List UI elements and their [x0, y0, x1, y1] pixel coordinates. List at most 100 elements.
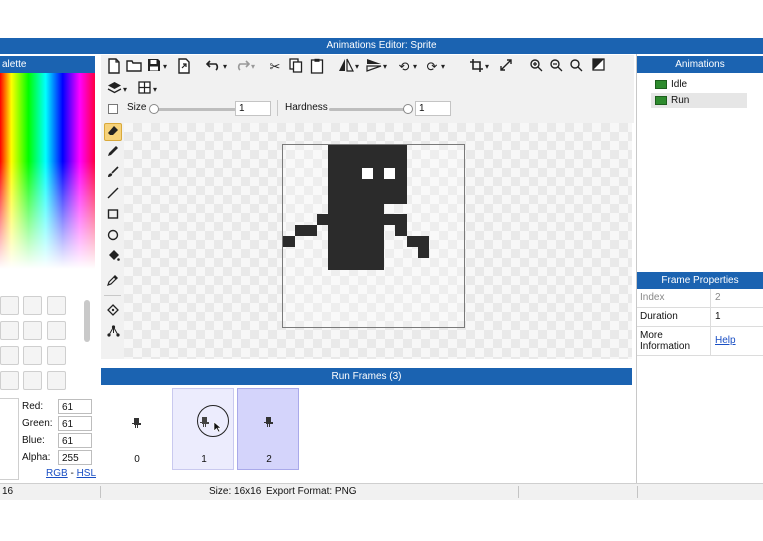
hardness-slider-track[interactable] [329, 108, 411, 111]
status-left: 16 [2, 486, 14, 497]
zoom-out-icon[interactable] [547, 58, 565, 76]
color-mode-links: RGB - HSL [46, 468, 96, 479]
frame-sprite-thumb [200, 417, 209, 427]
property-key: More Information [640, 330, 691, 352]
swatch[interactable] [23, 321, 42, 340]
status-size: Size: 16x16 [209, 486, 262, 497]
rectangle-icon[interactable] [104, 207, 122, 225]
swatch[interactable] [23, 371, 42, 390]
swatch[interactable] [0, 346, 19, 365]
brush-shape-icon[interactable] [108, 104, 118, 114]
frame-thumbnail[interactable]: 0 [106, 388, 168, 470]
hsl-link[interactable]: HSL [77, 468, 96, 479]
undo-dropdown-icon[interactable]: ▾ [221, 58, 229, 76]
brush-icon[interactable] [104, 165, 122, 183]
export-icon[interactable] [175, 58, 193, 76]
swatch[interactable] [23, 296, 42, 315]
palette-title: alette [0, 56, 95, 73]
nodes-icon[interactable] [104, 324, 122, 342]
swatch[interactable] [0, 321, 19, 340]
blue-input[interactable]: 61 [58, 433, 92, 448]
new-icon[interactable] [105, 58, 123, 76]
alpha-row: Alpha: 255 [0, 450, 95, 467]
frame-thumbnail-selected[interactable]: 2 [237, 388, 299, 470]
hardness-label: Hardness [285, 102, 328, 113]
crop-dropdown-icon[interactable]: ▾ [483, 58, 491, 76]
sprite-canvas[interactable] [282, 144, 465, 328]
animations-title: Animations [637, 56, 763, 73]
rgb-link[interactable]: RGB [46, 468, 68, 479]
frame-number: 0 [134, 454, 140, 465]
duration-value[interactable]: 1 [715, 308, 721, 326]
select-icon[interactable] [104, 303, 122, 321]
cut-icon[interactable]: ✂ [266, 58, 284, 76]
property-row-duration: Duration 1 [637, 308, 763, 327]
zoom-fit-icon[interactable] [567, 58, 585, 76]
swatch-scrollbar[interactable] [84, 300, 90, 342]
size-label: Size [127, 102, 147, 113]
animation-icon [655, 96, 667, 105]
save-dropdown-icon[interactable]: ▾ [161, 58, 169, 76]
swatch[interactable] [47, 296, 66, 315]
eyedropper-icon[interactable] [104, 273, 122, 291]
window-title: Animations Editor: Sprite [0, 38, 763, 54]
tool-column [101, 123, 124, 359]
fill-icon[interactable] [589, 58, 607, 76]
grid-dropdown-icon[interactable]: ▾ [151, 81, 159, 99]
red-input[interactable]: 61 [58, 399, 92, 414]
animation-item-idle[interactable]: Idle [651, 77, 747, 92]
animation-label: Idle [671, 79, 688, 90]
sprite-body [328, 204, 384, 270]
eraser-icon[interactable] [104, 123, 122, 141]
rotate-left-dropdown-icon[interactable]: ▾ [411, 58, 419, 76]
alpha-label: Alpha: [22, 452, 51, 463]
frame-properties-title: Frame Properties [637, 272, 763, 289]
ellipse-icon[interactable] [104, 228, 122, 246]
swatch-grid [0, 296, 90, 396]
frame-thumbnail[interactable]: 1 [172, 388, 234, 470]
paste-icon[interactable] [308, 58, 326, 76]
frame-number: 2 [266, 454, 272, 465]
frame-sprite-thumb [132, 418, 141, 428]
swatch[interactable] [23, 346, 42, 365]
hardness-slider-knob[interactable] [403, 104, 413, 114]
sprite-eye-right [384, 168, 395, 179]
link-separator: - [67, 468, 77, 479]
swatch[interactable] [47, 321, 66, 340]
size-input[interactable]: 1 [235, 101, 271, 116]
layers-dropdown-icon[interactable]: ▾ [121, 81, 129, 99]
redo-dropdown-icon[interactable]: ▾ [249, 58, 257, 76]
size-slider-knob[interactable] [149, 104, 159, 114]
green-input[interactable]: 61 [58, 416, 92, 431]
blue-label: Blue: [22, 435, 45, 446]
hardness-input[interactable]: 1 [415, 101, 451, 116]
swatch[interactable] [47, 371, 66, 390]
swatch[interactable] [47, 346, 66, 365]
animation-label: Run [671, 95, 690, 106]
green-label: Green: [22, 418, 53, 429]
bucket-icon[interactable] [104, 249, 122, 267]
mirror-dropdown-icon[interactable]: ▾ [381, 58, 389, 76]
resize-icon[interactable] [497, 58, 515, 76]
status-format: Export Format: PNG [266, 486, 357, 497]
line-icon[interactable] [104, 186, 122, 204]
open-icon[interactable] [125, 58, 143, 76]
frame-sprite-thumb [264, 417, 273, 427]
zoom-in-icon[interactable] [527, 58, 545, 76]
animation-icon [655, 80, 667, 89]
property-row-more-info: More Information Help [637, 327, 763, 356]
rotate-right-dropdown-icon[interactable]: ▾ [439, 58, 447, 76]
green-row: Green: 61 [0, 416, 95, 433]
sprite-arm-left [317, 214, 328, 225]
pencil-icon[interactable] [104, 144, 122, 162]
flip-dropdown-icon[interactable]: ▾ [353, 58, 361, 76]
copy-icon[interactable] [287, 58, 305, 76]
swatch[interactable] [0, 371, 19, 390]
color-spectrum[interactable] [0, 73, 95, 269]
swatch[interactable] [0, 296, 19, 315]
property-key: Duration [640, 311, 678, 322]
size-slider-track[interactable] [151, 108, 236, 111]
alpha-input[interactable]: 255 [58, 450, 92, 465]
animation-item-run[interactable]: Run [651, 93, 747, 108]
help-link[interactable]: Help [715, 335, 736, 346]
